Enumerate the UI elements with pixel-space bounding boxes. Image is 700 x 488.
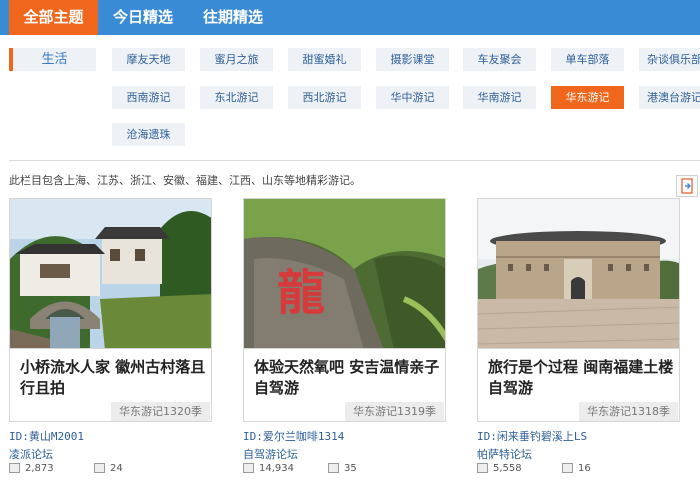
- tag-east-active[interactable]: 华东游记: [551, 86, 624, 109]
- view-count-value: 2,873: [25, 463, 54, 474]
- author-id[interactable]: ID:黄山M2001: [9, 428, 84, 444]
- comment-icon: [328, 463, 339, 473]
- tab-today-picks[interactable]: 今日精选: [98, 0, 188, 35]
- svg-text:龍: 龍: [277, 265, 325, 321]
- tag-photo-class[interactable]: 摄影课堂: [376, 48, 449, 71]
- top-nav: 全部主题 今日精选 往期精选: [0, 0, 700, 35]
- tag-central[interactable]: 华中游记: [376, 86, 449, 109]
- card-photo-village[interactable]: [9, 198, 212, 349]
- comment-count: 24: [94, 463, 123, 475]
- card-photo-rock-forest[interactable]: 龍: [243, 198, 446, 349]
- card-photo-tulou[interactable]: [477, 198, 680, 349]
- card-caption: 小桥流水人家 徽州古村落且行且拍 华东游记1320季: [9, 349, 212, 422]
- forum-link[interactable]: 凌派论坛: [9, 446, 53, 462]
- tag-moyou[interactable]: 摩友天地: [112, 48, 185, 71]
- section-description: 此栏目包含上海、江苏、浙江、安徽、福建、江西、山东等地精彩游记。: [9, 174, 361, 187]
- category-label: 生活: [9, 48, 96, 71]
- share-icon[interactable]: [676, 175, 698, 197]
- author-id[interactable]: ID:爱尔兰咖啡1314: [243, 428, 344, 444]
- tag-car-meetup[interactable]: 车友聚会: [463, 48, 536, 71]
- tag-bike-tribe[interactable]: 单车部落: [551, 48, 624, 71]
- card-season-badge: 华东游记1320季: [111, 402, 210, 421]
- card-caption: 旅行是个过程 闽南福建土楼自驾游 华东游记1318季: [477, 349, 680, 422]
- tag-northeast[interactable]: 东北游记: [200, 86, 273, 109]
- comment-count-value: 24: [110, 463, 123, 474]
- comment-count: 16: [562, 463, 591, 475]
- forum-link[interactable]: 自驾游论坛: [243, 446, 298, 462]
- comment-count-value: 35: [344, 463, 357, 474]
- tag-hk-macau-tw[interactable]: 港澳台游记: [639, 86, 700, 109]
- tag-southwest[interactable]: 西南游记: [112, 86, 185, 109]
- card-title[interactable]: 小桥流水人家 徽州古村落且行且拍: [20, 357, 206, 399]
- card-title[interactable]: 旅行是个过程 闽南福建土楼自驾游: [488, 357, 674, 399]
- comment-count: 35: [328, 463, 357, 475]
- tag-wedding[interactable]: 甜蜜婚礼: [288, 48, 361, 71]
- view-count: 14,934: [243, 463, 294, 475]
- author-id[interactable]: ID:闲来垂钓碧溪上LS: [477, 428, 587, 444]
- view-count-value: 14,934: [259, 463, 294, 474]
- tag-northwest[interactable]: 西北游记: [288, 86, 361, 109]
- tag-hidden-gems[interactable]: 沧海遗珠: [112, 123, 185, 146]
- card-season-badge: 华东游记1318季: [579, 402, 678, 421]
- card-season-badge: 华东游记1319季: [345, 402, 444, 421]
- view-count: 2,873: [9, 463, 54, 475]
- card-caption: 体验天然氧吧 安吉温情亲子自驾游 华东游记1319季: [243, 349, 446, 422]
- views-icon: [477, 463, 488, 473]
- forum-link[interactable]: 帕萨特论坛: [477, 446, 532, 462]
- tab-all-topics[interactable]: 全部主题: [9, 0, 98, 35]
- tag-south[interactable]: 华南游记: [463, 86, 536, 109]
- view-count-value: 5,558: [493, 463, 522, 474]
- comment-icon: [562, 463, 573, 473]
- views-icon: [9, 463, 20, 473]
- tag-chat-club[interactable]: 杂谈俱乐部: [639, 48, 700, 71]
- comment-icon: [94, 463, 105, 473]
- divider: [9, 160, 700, 161]
- tab-past-picks[interactable]: 往期精选: [188, 0, 278, 35]
- comment-count-value: 16: [578, 463, 591, 474]
- views-icon: [243, 463, 254, 473]
- view-count: 5,558: [477, 463, 522, 475]
- card-title[interactable]: 体验天然氧吧 安吉温情亲子自驾游: [254, 357, 440, 399]
- tag-honeymoon[interactable]: 蜜月之旅: [200, 48, 273, 71]
